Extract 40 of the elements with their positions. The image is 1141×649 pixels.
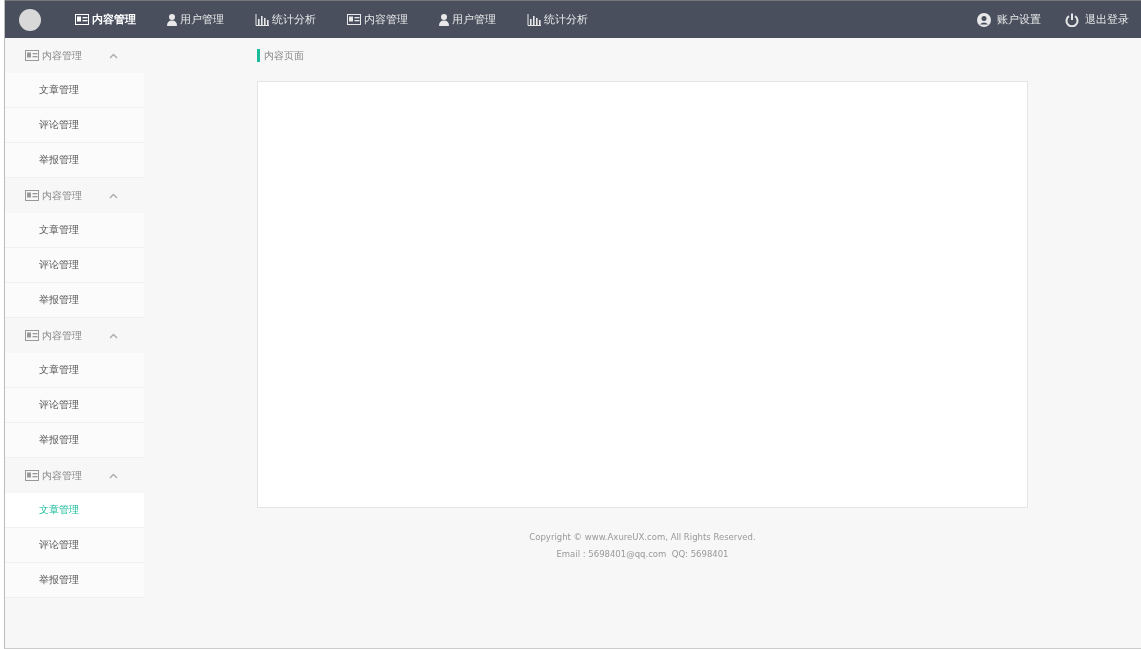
id-card-icon [347, 14, 361, 25]
nav-tab[interactable]: 内容管理 [75, 12, 136, 27]
menu-item[interactable]: 评论管理 [5, 528, 144, 563]
menu-item[interactable]: 举报管理 [5, 423, 144, 458]
nav-tab[interactable]: 统计分析 [527, 12, 588, 27]
breadcrumb: 内容页面 [264, 48, 304, 63]
id-card-icon [75, 14, 89, 25]
logo-circle [19, 8, 41, 31]
footer-text: Copyright © www.AxureUX.com, All Rights Reserved. [528, 531, 757, 544]
bar-chart-icon [255, 13, 269, 26]
menu-item[interactable]: 文章管理 [5, 213, 144, 248]
account-link[interactable]: 账户设置 [977, 12, 1041, 27]
power-icon [1065, 12, 1079, 27]
id-card-icon [25, 50, 39, 61]
id-card-icon [25, 470, 39, 481]
menu-item[interactable]: 举报管理 [5, 283, 144, 318]
accent-bar [257, 49, 260, 62]
menu-item[interactable]: 评论管理 [5, 388, 144, 423]
nav-tab[interactable]: 统计分析 [255, 12, 316, 27]
bar-chart-icon [527, 13, 541, 26]
id-card-icon [25, 330, 39, 341]
nav-tab[interactable]: 用户管理 [167, 12, 224, 27]
menu-item[interactable]: 文章管理 [5, 73, 144, 108]
user-icon [439, 13, 449, 26]
menu-item[interactable]: 举报管理 [5, 563, 144, 598]
account-link[interactable]: 退出登录 [1065, 12, 1129, 27]
menu-item[interactable]: 评论管理 [5, 248, 144, 283]
nav-tab[interactable]: 内容管理 [347, 12, 408, 27]
id-card-icon [25, 190, 39, 201]
footer-text: Email : 5698401@qq.com QQ: 5698401 [555, 548, 730, 561]
menu-group-header[interactable]: 内容管理 [5, 178, 144, 213]
menu-item[interactable]: 举报管理 [5, 143, 144, 178]
menu-group-header[interactable]: 内容管理 [5, 318, 144, 353]
menu-item[interactable]: 评论管理 [5, 108, 144, 143]
user-circle-icon [977, 12, 991, 27]
menu-group-header[interactable]: 内容管理 [5, 38, 144, 73]
nav-tab[interactable]: 用户管理 [439, 12, 496, 27]
menu-group-header[interactable]: 内容管理 [5, 458, 144, 493]
user-icon [167, 13, 177, 26]
menu-item[interactable]: 文章管理 [5, 353, 144, 388]
